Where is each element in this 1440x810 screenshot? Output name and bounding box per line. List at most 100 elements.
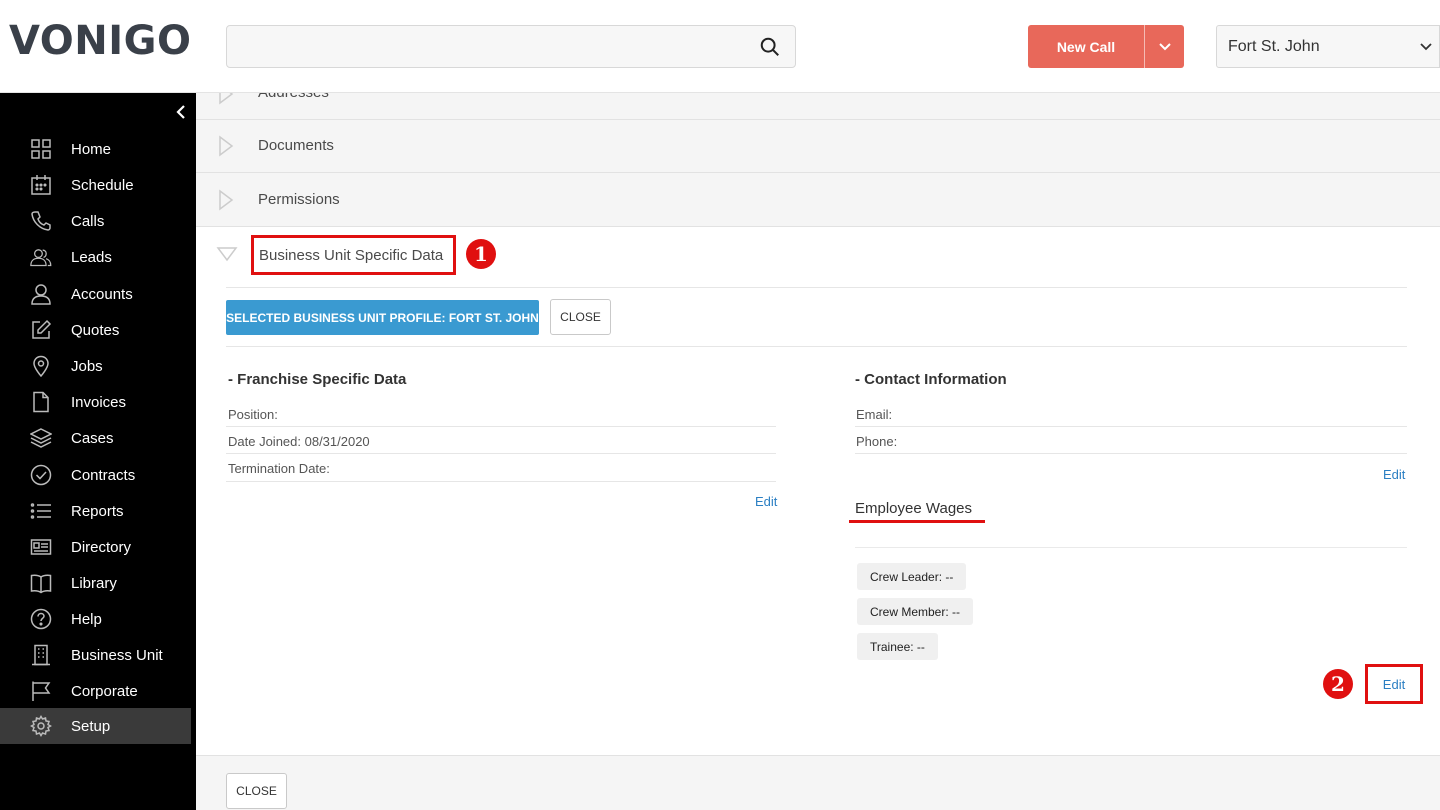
- phone-icon: [30, 210, 52, 232]
- main-content: Addresses Documents Permissions Business…: [196, 93, 1440, 810]
- accordion-addresses[interactable]: Addresses: [196, 93, 1440, 120]
- sidebar-item-quotes[interactable]: Quotes: [0, 312, 191, 348]
- accordion-label: Addresses: [258, 93, 329, 101]
- sidebar-item-invoices[interactable]: Invoices: [0, 384, 191, 420]
- divider: [226, 453, 776, 454]
- sidebar-item-corporate[interactable]: Corporate: [0, 673, 191, 709]
- position-field: Position:: [228, 407, 278, 422]
- gear-icon: [30, 715, 52, 737]
- sidebar-item-label: Library: [71, 574, 117, 592]
- wage-pill-crew-member: Crew Member: --: [857, 598, 974, 625]
- building-icon: [30, 644, 52, 666]
- sidebar-item-label: Invoices: [71, 393, 127, 411]
- sidebar-item-label: Cases: [71, 429, 114, 447]
- sidebar-item-cases[interactable]: Cases: [0, 420, 191, 456]
- accordion-label: Business Unit Specific Data: [259, 246, 444, 264]
- search-input[interactable]: [227, 26, 747, 67]
- caret-right-icon: [219, 189, 234, 211]
- divider: [226, 426, 776, 427]
- location-select-value: Fort St. John: [1228, 37, 1320, 55]
- sidebar-item-label: Directory: [71, 538, 132, 556]
- email-field: Email:: [856, 407, 893, 422]
- search-icon[interactable]: [759, 36, 781, 58]
- check-circle-icon: [30, 464, 52, 486]
- list-icon: [30, 500, 52, 522]
- layers-icon: [30, 427, 52, 449]
- employee-wages-title: Employee Wages: [855, 500, 972, 517]
- sidebar-item-business-unit[interactable]: Business Unit: [0, 637, 191, 673]
- sidebar-item-label: Reports: [71, 502, 124, 520]
- divider: [226, 481, 776, 482]
- contact-section-title: - Contact Information: [855, 371, 1007, 388]
- sidebar-item-calls[interactable]: Calls: [0, 203, 191, 239]
- phone-field: Phone:: [856, 434, 898, 449]
- caret-right-icon: [219, 135, 234, 157]
- chevron-down-icon: [1420, 43, 1432, 51]
- close-button[interactable]: CLOSE: [226, 773, 287, 809]
- wage-pill-trainee: Trainee: --: [857, 633, 938, 660]
- accordion-label: Permissions: [258, 191, 340, 208]
- sidebar-item-label: Calls: [71, 212, 105, 230]
- close-profile-button[interactable]: CLOSE: [550, 299, 611, 335]
- step-marker-2: 2: [1323, 669, 1353, 699]
- top-bar: VONIGO New Call Fort St. John: [0, 0, 1440, 93]
- new-call-dropdown-toggle[interactable]: [1144, 25, 1184, 68]
- sidebar-item-leads[interactable]: Leads: [0, 239, 191, 275]
- step-marker-1: 1: [466, 239, 496, 269]
- location-select[interactable]: Fort St. John: [1216, 25, 1440, 68]
- new-call-split-button: New Call: [1028, 25, 1184, 68]
- sidebar: Home Schedule Calls Leads Accounts Quote…: [0, 93, 196, 810]
- sidebar-item-label: Corporate: [71, 682, 138, 700]
- termination-date-field: Termination Date:: [228, 461, 330, 476]
- user-icon: [30, 283, 52, 305]
- chevron-down-icon: [1158, 42, 1171, 50]
- new-call-button[interactable]: New Call: [1028, 25, 1144, 68]
- accordion-business-unit[interactable]: Business Unit Specific Data 1: [196, 227, 1440, 287]
- caret-down-icon: [216, 247, 238, 262]
- caret-right-icon: [219, 93, 234, 105]
- franchise-section-title: - Franchise Specific Data: [228, 371, 407, 388]
- accordion-permissions[interactable]: Permissions: [196, 173, 1440, 227]
- divider: [226, 346, 1407, 347]
- help-circle-icon: [30, 608, 52, 630]
- sidebar-item-home[interactable]: Home: [0, 131, 191, 167]
- sidebar-item-label: Accounts: [71, 285, 133, 303]
- collapse-sidebar-icon[interactable]: [172, 103, 190, 121]
- book-icon: [30, 572, 52, 594]
- sidebar-item-label: Contracts: [71, 466, 136, 484]
- sidebar-item-directory[interactable]: Directory: [0, 529, 191, 565]
- date-joined-field: Date Joined: 08/31/2020: [228, 434, 370, 449]
- edit-icon: [30, 319, 52, 341]
- divider: [855, 547, 1407, 548]
- edit-wages-link[interactable]: Edit: [1365, 664, 1423, 704]
- sidebar-item-schedule[interactable]: Schedule: [0, 167, 191, 203]
- wage-pill-crew-leader: Crew Leader: --: [857, 563, 967, 590]
- sidebar-item-jobs[interactable]: Jobs: [0, 348, 191, 384]
- selected-business-unit-profile-button[interactable]: SELECTED BUSINESS UNIT PROFILE: FORT ST.…: [226, 300, 539, 335]
- sidebar-item-setup[interactable]: Setup: [0, 708, 191, 744]
- divider: [855, 426, 1407, 427]
- sidebar-item-help[interactable]: Help: [0, 601, 191, 637]
- search-box[interactable]: [226, 25, 796, 68]
- sidebar-item-contracts[interactable]: Contracts: [0, 457, 191, 493]
- sidebar-item-label: Home: [71, 140, 112, 158]
- sidebar-item-label: Leads: [71, 248, 112, 266]
- sidebar-item-label: Business Unit: [71, 646, 163, 664]
- edit-franchise-link[interactable]: Edit: [755, 494, 777, 509]
- sidebar-item-reports[interactable]: Reports: [0, 493, 191, 529]
- edit-contact-link[interactable]: Edit: [1383, 467, 1405, 482]
- accordion-documents[interactable]: Documents: [196, 120, 1440, 173]
- vonigo-logo[interactable]: VONIGO: [9, 18, 191, 64]
- sidebar-item-label: Help: [71, 610, 102, 628]
- accordion-label: Documents: [258, 137, 334, 154]
- sidebar-item-label: Quotes: [71, 321, 120, 339]
- sidebar-item-label: Schedule: [71, 176, 134, 194]
- divider: [855, 453, 1407, 454]
- divider: [226, 287, 1407, 288]
- wages-title-underline-highlight: [849, 520, 985, 523]
- sidebar-item-accounts[interactable]: Accounts: [0, 276, 191, 312]
- sidebar-item-label: Jobs: [71, 357, 103, 375]
- grid-icon: [30, 138, 52, 160]
- users-icon: [30, 246, 52, 268]
- sidebar-item-library[interactable]: Library: [0, 565, 191, 601]
